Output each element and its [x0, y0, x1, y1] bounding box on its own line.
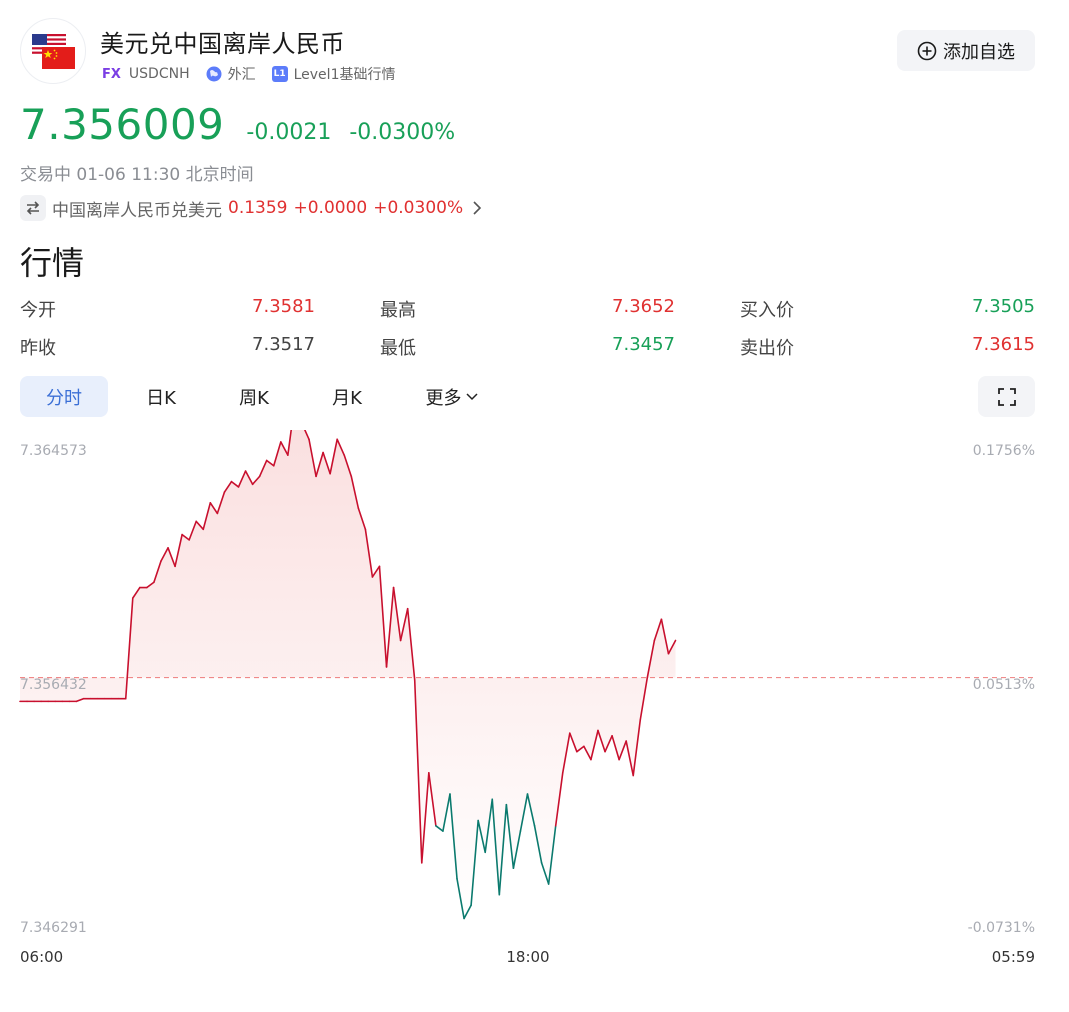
intraday-chart[interactable]: 7.364573 7.356432 7.346291 0.1756% 0.051…: [0, 401, 1069, 970]
x-axis-label-end: 05:59: [992, 948, 1035, 966]
swap-icon: [20, 195, 46, 221]
section-title: 行情: [20, 244, 85, 282]
low-value: 7.3457: [612, 334, 675, 355]
tab-monthly-k[interactable]: 月K: [306, 376, 388, 417]
market-label: 外汇: [227, 67, 256, 83]
chart-period-tabs: 分时 日K 周K 月K 更多: [20, 376, 1035, 418]
symbol-code: USDCNH: [128, 66, 190, 82]
tab-more[interactable]: 更多: [404, 376, 500, 417]
intraday-chart-svg: 7.364573 7.356432 7.346291 0.1756% 0.051…: [19, 401, 1035, 966]
prev-close-value: 7.3517: [252, 334, 315, 355]
inverse-pair-change: +0.0000: [293, 198, 368, 218]
market-tag: 外汇: [206, 64, 256, 84]
tab-daily-k[interactable]: 日K: [120, 376, 202, 417]
usd-cnh-flag-logo: [20, 18, 86, 84]
trading-status: 交易中 01-06 11:30 北京时间: [20, 165, 254, 185]
x-axis-label-start: 06:00: [20, 948, 63, 966]
tab-weekly-k[interactable]: 周K: [213, 376, 295, 417]
ask-label: 卖出价: [740, 338, 794, 359]
fullscreen-button[interactable]: [978, 376, 1035, 417]
tab-intraday[interactable]: 分时: [20, 376, 108, 417]
chevron-right-icon: [473, 201, 482, 215]
chevron-down-icon: [465, 392, 478, 400]
x-axis-label-mid: 18:00: [506, 948, 549, 966]
add-watchlist-label: 添加自选: [943, 41, 1015, 63]
bid-label: 买入价: [740, 300, 794, 321]
ask-value: 7.3615: [972, 334, 1035, 355]
y-axis-label-bottom: 7.346291: [20, 920, 87, 936]
price-change-percent: -0.0300%: [349, 120, 456, 145]
stats-row: 昨收 7.3517 最低 7.3457 卖出价 7.3615: [20, 330, 1035, 368]
tab-more-label: 更多: [425, 387, 462, 409]
add-watchlist-button[interactable]: 添加自选: [897, 30, 1035, 71]
open-label: 今开: [20, 300, 56, 321]
level-label: Level1基础行情: [293, 67, 396, 83]
symbol-tag: FX USDCNH: [102, 66, 190, 82]
instrument-tags: FX USDCNH 外汇 L1 Level1基础行情: [102, 64, 411, 84]
inverse-pair-price: 0.1359: [228, 198, 288, 218]
inverse-pair-name: 中国离岸人民币兑美元: [52, 200, 222, 221]
page-title: 美元兑中国离岸人民币: [100, 30, 345, 58]
inverse-pair-change-percent: +0.0300%: [373, 198, 464, 218]
pct-axis-label-bottom: -0.0731%: [968, 920, 1035, 936]
stats-row: 今开 7.3581 最高 7.3652 买入价 7.3505: [20, 292, 1035, 330]
price-area-fill: [20, 402, 676, 919]
high-value: 7.3652: [612, 296, 675, 317]
last-price: 7.356009: [20, 100, 225, 149]
level-tag: L1 Level1基础行情: [271, 64, 396, 84]
quote-stats: 今开 7.3581 最高 7.3652 买入价 7.3505 昨收 7.3517…: [20, 292, 1035, 368]
y-axis-label-top: 7.364573: [20, 443, 87, 459]
plus-circle-icon: [917, 41, 937, 60]
bid-value: 7.3505: [972, 296, 1035, 317]
prev-close-label: 昨收: [20, 338, 56, 359]
low-label: 最低: [380, 338, 416, 359]
pct-axis-label-mid: 0.0513%: [973, 677, 1035, 693]
open-value: 7.3581: [252, 296, 315, 317]
high-label: 最高: [380, 300, 416, 321]
header: 美元兑中国离岸人民币 FX USDCNH 外汇 L1 Level1基础行情 添加…: [20, 18, 1035, 88]
pct-axis-label-top: 0.1756%: [973, 443, 1035, 459]
price-change: -0.0021: [246, 120, 332, 145]
inverse-pair-link[interactable]: 中国离岸人民币兑美元 0.1359 +0.0000 +0.0300%: [20, 195, 483, 221]
y-axis-label-mid: 7.356432: [20, 677, 87, 693]
fx-badge: FX: [102, 66, 121, 82]
fullscreen-icon: [997, 387, 1016, 406]
price-row: 7.356009 -0.0021 -0.0300%: [20, 100, 455, 149]
globe-icon: [206, 66, 222, 82]
level-badge: L1: [271, 66, 288, 82]
